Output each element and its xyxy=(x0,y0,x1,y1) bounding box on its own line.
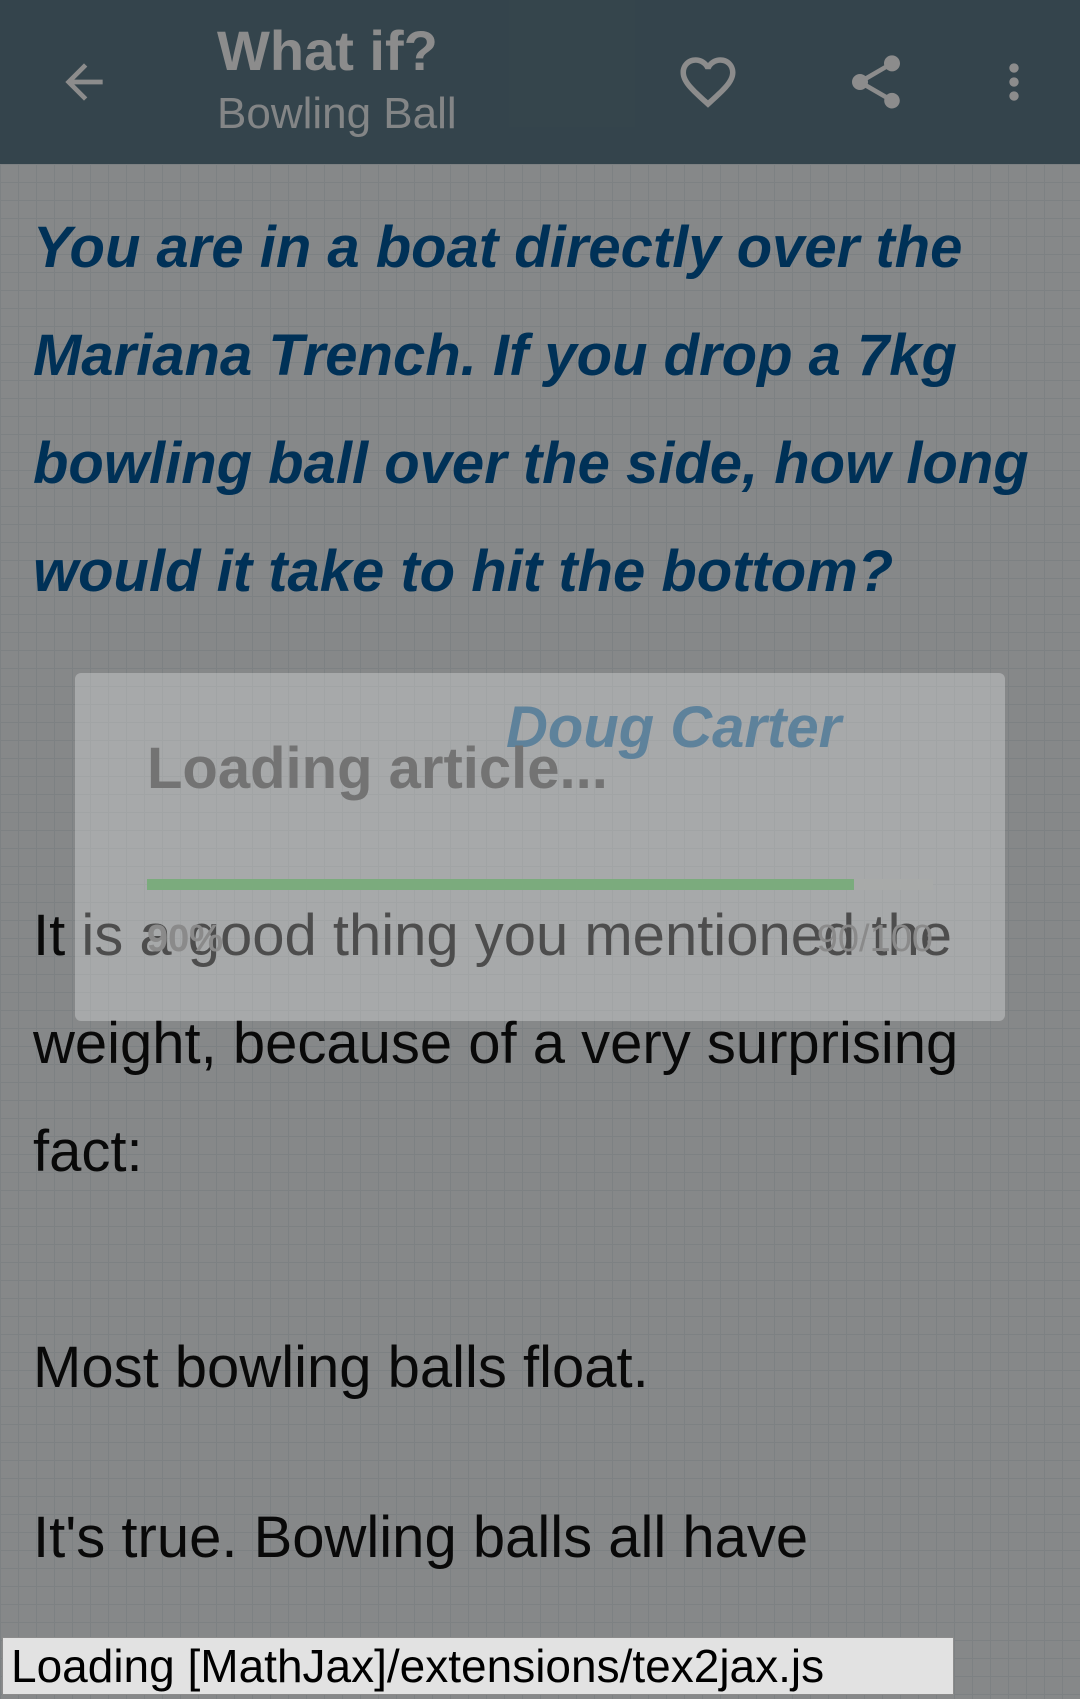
loading-message: Loading article... xyxy=(147,736,608,801)
progress-percent: 90% xyxy=(147,918,224,960)
progress-bar xyxy=(147,879,933,890)
progress-fill xyxy=(147,879,855,890)
loading-dialog: Loading article... 90% 90/100 xyxy=(75,673,1005,1021)
progress-count: 90/100 xyxy=(816,918,933,960)
mathjax-status: Loading [MathJax]/extensions/tex2jax.js xyxy=(2,1637,954,1695)
